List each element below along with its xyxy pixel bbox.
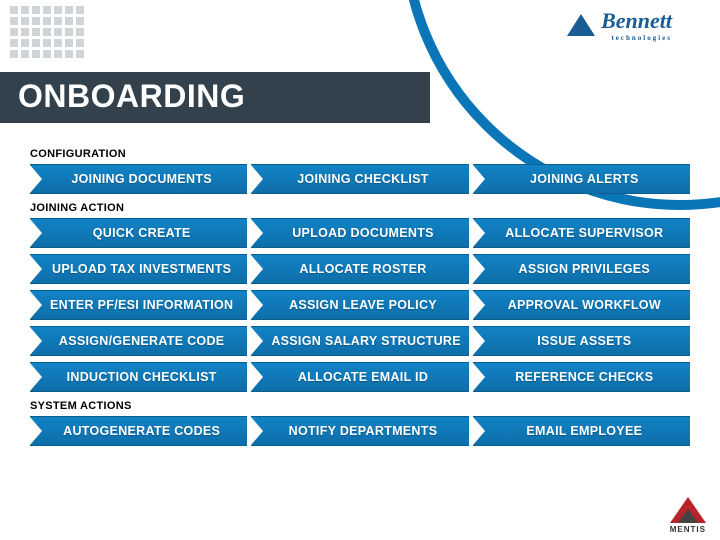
arrow-salary-structure[interactable]: ASSIGN SALARY STRUCTURE — [251, 326, 468, 356]
arrow-approval-workflow[interactable]: APPROVAL WORKFLOW — [473, 290, 690, 320]
arrow-assign-code[interactable]: ASSIGN/GENERATE CODE — [30, 326, 247, 356]
arrow-leave-policy[interactable]: ASSIGN LEAVE POLICY — [251, 290, 468, 320]
row-action-3: ENTER PF/ESI INFORMATION ASSIGN LEAVE PO… — [30, 290, 702, 320]
arrow-assign-privileges[interactable]: ASSIGN PRIVILEGES — [473, 254, 690, 284]
row-action-1: QUICK CREATE UPLOAD DOCUMENTS ALLOCATE S… — [30, 218, 702, 248]
arrow-induction-checklist[interactable]: INDUCTION CHECKLIST — [30, 362, 247, 392]
row-config: JOINING DOCUMENTS JOINING CHECKLIST JOIN… — [30, 164, 702, 194]
arrow-allocate-roster[interactable]: ALLOCATE ROSTER — [251, 254, 468, 284]
arrow-pf-esi[interactable]: ENTER PF/ESI INFORMATION — [30, 290, 247, 320]
row-action-5: INDUCTION CHECKLIST ALLOCATE EMAIL ID RE… — [30, 362, 702, 392]
arrow-reference-checks[interactable]: REFERENCE CHECKS — [473, 362, 690, 392]
arrow-issue-assets[interactable]: ISSUE ASSETS — [473, 326, 690, 356]
footer-logo: MENTIS — [670, 497, 706, 534]
arrow-joining-alerts[interactable]: JOINING ALERTS — [473, 164, 690, 194]
arrow-joining-checklist[interactable]: JOINING CHECKLIST — [251, 164, 468, 194]
section-joining-action-label: JOINING ACTION — [30, 202, 702, 214]
arrow-autogenerate-codes[interactable]: AUTOGENERATE CODES — [30, 416, 247, 446]
page-title: ONBOARDING — [0, 72, 430, 123]
section-configuration-label: CONFIGURATION — [30, 148, 702, 160]
row-action-2: UPLOAD TAX INVESTMENTS ALLOCATE ROSTER A… — [30, 254, 702, 284]
brand-name: Bennett — [601, 8, 672, 33]
brand-triangle-icon — [567, 14, 595, 36]
arrow-joining-documents[interactable]: JOINING DOCUMENTS — [30, 164, 247, 194]
section-system-actions-label: SYSTEM ACTIONS — [30, 400, 702, 412]
brand-sub: technologies — [601, 34, 672, 42]
row-action-4: ASSIGN/GENERATE CODE ASSIGN SALARY STRUC… — [30, 326, 702, 356]
arrow-quick-create[interactable]: QUICK CREATE — [30, 218, 247, 248]
arrow-email-employee[interactable]: EMAIL EMPLOYEE — [473, 416, 690, 446]
dot-grid-decor — [10, 6, 84, 58]
arrow-allocate-email[interactable]: ALLOCATE EMAIL ID — [251, 362, 468, 392]
arrow-upload-documents[interactable]: UPLOAD DOCUMENTS — [251, 218, 468, 248]
arrow-notify-departments[interactable]: NOTIFY DEPARTMENTS — [251, 416, 468, 446]
arrow-allocate-supervisor[interactable]: ALLOCATE SUPERVISOR — [473, 218, 690, 248]
brand-logo: Bennett technologies — [567, 8, 672, 42]
row-system: AUTOGENERATE CODES NOTIFY DEPARTMENTS EM… — [30, 416, 702, 446]
mentis-icon — [670, 497, 706, 523]
footer-brand: MENTIS — [670, 525, 706, 534]
arrow-upload-tax[interactable]: UPLOAD TAX INVESTMENTS — [30, 254, 247, 284]
